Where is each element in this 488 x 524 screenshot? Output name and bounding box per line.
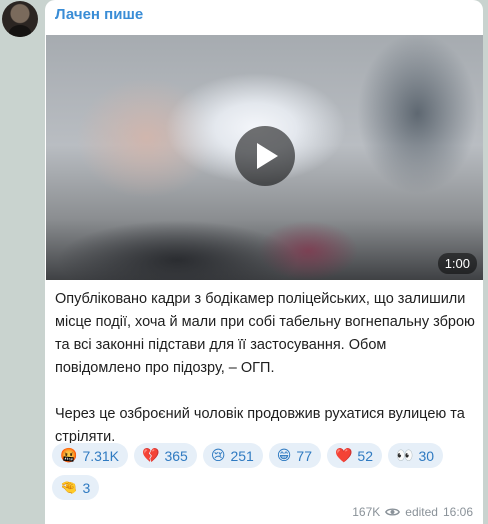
message-text: Опубліковано кадри з бодікамер поліцейсь…: [55, 288, 475, 449]
channel-avatar[interactable]: [2, 1, 38, 37]
heart-icon: ❤️: [334, 447, 353, 463]
crying-face-icon: 😢: [210, 447, 226, 463]
eye-icon: [385, 508, 401, 516]
reaction-count: 30: [418, 447, 435, 464]
eyes-icon: 👀: [396, 447, 414, 463]
reaction-pinch[interactable]: 🤏 3: [52, 475, 100, 500]
video-thumbnail[interactable]: 1:00: [46, 35, 483, 280]
message-bubble: Лачен пише 1:00 Опубліковано кадри з бод…: [45, 0, 483, 524]
reaction-angry[interactable]: 🤬 7.31K: [52, 443, 129, 468]
broken-heart-icon: 💔: [142, 447, 160, 463]
play-button[interactable]: [235, 126, 295, 186]
pinching-hand-icon: 🤏: [60, 479, 78, 495]
grinning-face-icon: 😁: [276, 447, 292, 463]
reaction-heart[interactable]: ❤️ 52: [326, 443, 382, 468]
reaction-count: 365: [164, 447, 188, 464]
reaction-eyes[interactable]: 👀 30: [388, 443, 444, 468]
reaction-broken-heart[interactable]: 💔 365: [134, 443, 197, 468]
edited-label: edited: [405, 505, 438, 519]
reaction-count: 3: [82, 479, 91, 496]
reactions: 🤬 7.31K 💔 365 😢 251 😁 77 ❤️ 52 👀 30 🤏 3: [52, 443, 472, 507]
channel-name[interactable]: Лачен пише: [55, 6, 143, 23]
reaction-grin[interactable]: 😁 77: [268, 443, 321, 468]
view-count: 167K: [352, 505, 381, 519]
reaction-count: 251: [230, 447, 254, 464]
reaction-count: 77: [296, 447, 312, 464]
video-duration: 1:00: [437, 253, 477, 274]
reaction-crying[interactable]: 😢 251: [202, 443, 263, 468]
reaction-count: 52: [357, 447, 373, 464]
reaction-count: 7.31K: [82, 447, 120, 464]
message-meta: 167K edited 16:06: [352, 505, 473, 519]
message-time: 16:06: [442, 505, 473, 519]
play-icon: [257, 143, 278, 169]
angry-face-icon: 🤬: [60, 447, 78, 463]
message-paragraph: Опубліковано кадри з бодікамер поліцейсь…: [55, 291, 475, 376]
